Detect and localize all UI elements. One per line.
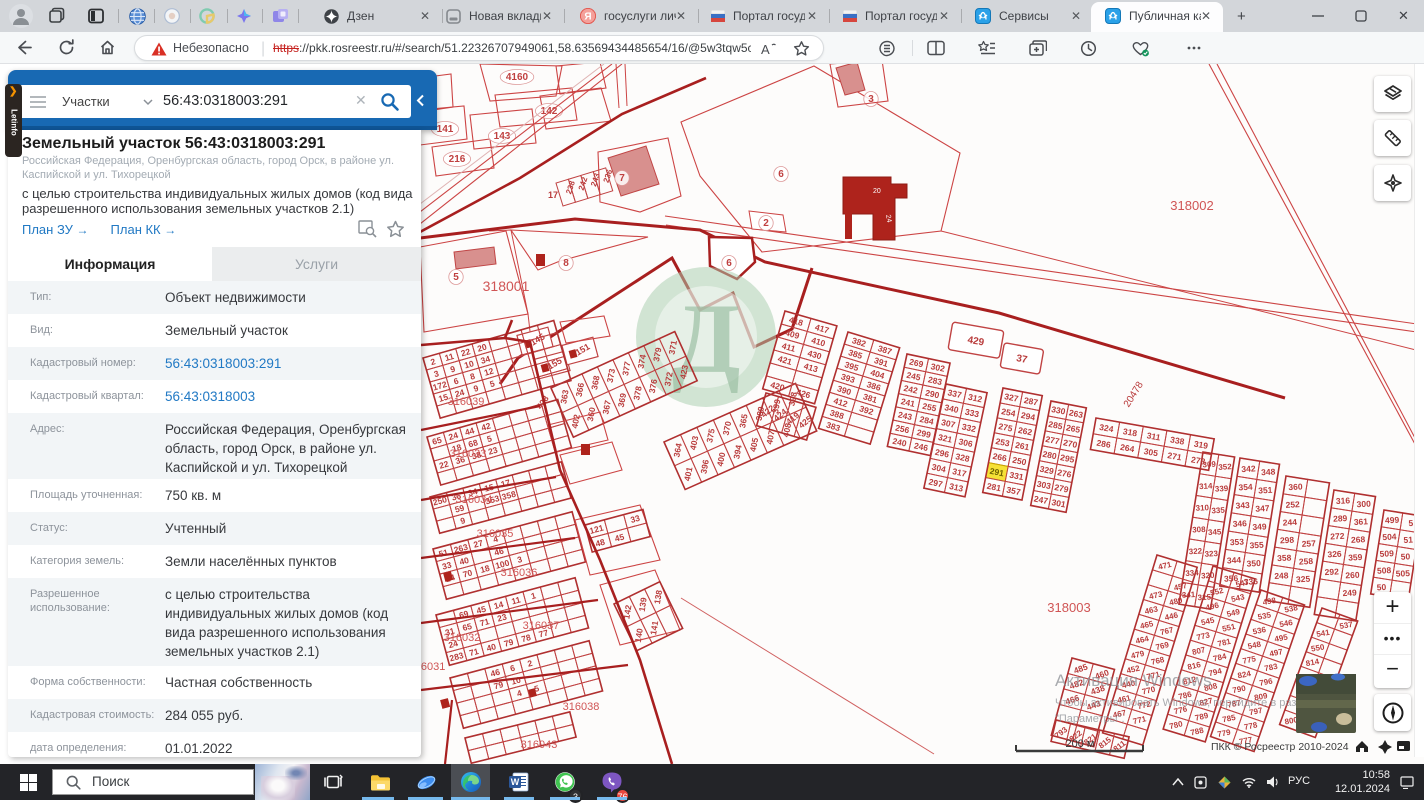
svg-text:316: 316 <box>1336 495 1351 506</box>
svg-text:310: 310 <box>1195 503 1209 513</box>
svg-text:316035: 316035 <box>477 528 514 540</box>
svg-text:5: 5 <box>1408 518 1414 528</box>
svg-text:20: 20 <box>873 188 881 195</box>
svg-text:5: 5 <box>453 272 459 283</box>
svg-text:347: 347 <box>1255 503 1270 514</box>
svg-text:ПКК © Росреестр 2010-2024: ПКК © Росреестр 2010-2024 <box>1211 741 1349 753</box>
svg-text:17: 17 <box>548 190 558 200</box>
svg-text:316034: 316034 <box>456 494 493 506</box>
svg-text:499: 499 <box>1385 515 1400 526</box>
svg-text:320: 320 <box>1201 571 1215 581</box>
svg-text:308: 308 <box>1192 525 1206 535</box>
svg-text:244: 244 <box>1282 517 1297 528</box>
svg-text:316031: 316031 <box>420 661 445 673</box>
svg-text:289: 289 <box>1333 513 1348 524</box>
svg-text:358: 358 <box>1277 552 1292 563</box>
svg-text:345: 345 <box>1208 527 1222 537</box>
svg-text:318002: 318002 <box>1170 198 1213 213</box>
svg-text:351: 351 <box>1258 485 1273 496</box>
svg-text:292: 292 <box>1324 566 1339 577</box>
svg-text:326: 326 <box>1327 549 1342 560</box>
svg-text:272: 272 <box>1330 531 1345 542</box>
svg-text:335: 335 <box>1211 506 1225 516</box>
svg-text:344: 344 <box>1227 555 1242 566</box>
svg-text:346: 346 <box>1232 518 1247 529</box>
svg-text:354: 354 <box>1238 482 1253 493</box>
svg-text:216: 216 <box>449 154 466 165</box>
svg-text:51: 51 <box>1403 534 1413 544</box>
svg-text:355: 355 <box>1249 540 1264 551</box>
svg-text:504: 504 <box>1382 531 1397 542</box>
svg-text:300: 300 <box>1356 499 1371 510</box>
svg-text:508: 508 <box>1377 565 1392 576</box>
svg-text:200 м: 200 м <box>1066 738 1095 750</box>
svg-text:348: 348 <box>1261 467 1276 478</box>
svg-text:353: 353 <box>1230 536 1245 547</box>
svg-text:Активация Windows: Активация Windows <box>1055 671 1212 690</box>
svg-text:50: 50 <box>1376 582 1386 592</box>
svg-text:316032: 316032 <box>444 632 481 644</box>
svg-text:343: 343 <box>1235 500 1250 511</box>
svg-text:4160: 4160 <box>506 72 529 83</box>
svg-text:309: 309 <box>1202 460 1216 470</box>
svg-text:6: 6 <box>726 258 732 269</box>
svg-text:7: 7 <box>619 173 625 184</box>
svg-text:322: 322 <box>1189 547 1203 557</box>
svg-text:258: 258 <box>1299 556 1314 567</box>
svg-text:325: 325 <box>1296 574 1311 585</box>
svg-text:339: 339 <box>1215 484 1229 494</box>
svg-text:316039: 316039 <box>448 396 485 408</box>
svg-text:24: 24 <box>884 214 892 223</box>
svg-text:352: 352 <box>1218 462 1232 472</box>
svg-text:6: 6 <box>778 169 784 180</box>
svg-text:Чтобы активировать Windows, пе: Чтобы активировать Windows, перейдите в … <box>1055 697 1315 709</box>
svg-text:360: 360 <box>1288 481 1303 492</box>
svg-text:350: 350 <box>1246 558 1261 569</box>
svg-text:509: 509 <box>1379 548 1394 559</box>
svg-text:316037: 316037 <box>523 620 560 632</box>
svg-text:W: W <box>511 777 520 787</box>
svg-text:316036: 316036 <box>501 567 538 579</box>
svg-text:2: 2 <box>763 218 769 229</box>
svg-text:359: 359 <box>1348 552 1363 563</box>
svg-text:50: 50 <box>1401 551 1411 561</box>
svg-text:252: 252 <box>1285 499 1300 510</box>
svg-text:323: 323 <box>1204 549 1218 559</box>
svg-text:"Параметры".: "Параметры". <box>1055 713 1125 725</box>
svg-text:316038: 316038 <box>563 701 600 713</box>
svg-text:8: 8 <box>563 258 569 269</box>
svg-text:141: 141 <box>437 124 454 135</box>
svg-text:257: 257 <box>1301 538 1316 549</box>
svg-text:361: 361 <box>1354 516 1369 527</box>
svg-text:334: 334 <box>1185 568 1199 578</box>
svg-text:268: 268 <box>1351 534 1366 545</box>
svg-text:316033: 316033 <box>450 448 487 460</box>
svg-text:249: 249 <box>1342 587 1357 598</box>
svg-text:318003: 318003 <box>1047 600 1090 615</box>
svg-text:342: 342 <box>1241 463 1256 474</box>
svg-text:349: 349 <box>1252 521 1267 532</box>
svg-text:260: 260 <box>1345 570 1360 581</box>
svg-text:314: 314 <box>1199 481 1213 491</box>
svg-text:A: A <box>761 42 770 57</box>
svg-text:316043: 316043 <box>521 739 558 751</box>
svg-text:248: 248 <box>1274 570 1289 581</box>
svg-text:298: 298 <box>1280 535 1295 546</box>
svg-text:Я: Я <box>584 12 591 23</box>
svg-text:505: 505 <box>1396 568 1411 579</box>
